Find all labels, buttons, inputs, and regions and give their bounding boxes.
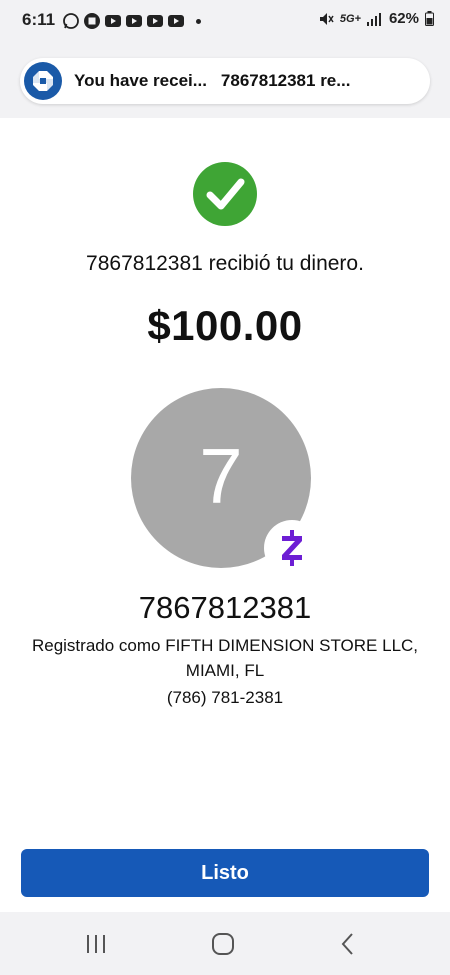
home-icon bbox=[212, 933, 234, 955]
youtube-icon bbox=[168, 15, 184, 27]
home-button[interactable] bbox=[209, 930, 237, 958]
registered-as-line: Registrado como FIFTH DIMENSION STORE LL… bbox=[31, 636, 419, 655]
mute-icon bbox=[319, 12, 334, 25]
whatsapp-icon bbox=[63, 13, 79, 29]
back-button[interactable] bbox=[334, 930, 362, 958]
recent-apps-icon bbox=[87, 935, 105, 953]
status-bar: 6:11 5G+ 62% bbox=[0, 0, 450, 44]
notification-body: 7867812381 re... bbox=[220, 71, 351, 90]
status-time: 6:11 bbox=[22, 10, 56, 29]
youtube-icon bbox=[126, 15, 142, 27]
notification-area: You have recei... 7867812381 re... bbox=[0, 44, 450, 118]
notification-banner[interactable]: You have recei... 7867812381 re... bbox=[20, 58, 430, 104]
amount-sent: $100.00 bbox=[147, 302, 303, 349]
network-type: 5G+ bbox=[339, 12, 361, 25]
confirmation-message: 7867812381 recibió tu dinero. bbox=[86, 252, 364, 275]
status-right: 5G+ 62% bbox=[318, 10, 434, 27]
check-circle-icon bbox=[193, 162, 257, 226]
navigation-bar bbox=[0, 912, 450, 975]
more-notifications-dot bbox=[196, 18, 201, 24]
youtube-icon bbox=[105, 15, 121, 27]
signal-icon bbox=[366, 12, 381, 26]
registered-location: MIAMI, FL bbox=[185, 661, 265, 680]
avatar-initial: 7 bbox=[199, 431, 243, 520]
done-button[interactable]: Listo bbox=[21, 849, 429, 897]
notification-title: You have recei... bbox=[74, 71, 207, 90]
back-icon bbox=[341, 933, 353, 955]
recipient-name: 7867812381 bbox=[138, 590, 312, 625]
youtube-icon bbox=[147, 15, 163, 27]
chase-logo-icon bbox=[24, 62, 62, 100]
app-icon bbox=[84, 13, 100, 29]
recipient-phone: (786) 781-2381 bbox=[166, 688, 284, 707]
recent-apps-button[interactable] bbox=[82, 930, 110, 958]
zelle-icon bbox=[264, 520, 320, 576]
notification-icons bbox=[62, 12, 201, 30]
battery-icon bbox=[425, 11, 434, 26]
battery-percent: 62% bbox=[388, 10, 419, 27]
